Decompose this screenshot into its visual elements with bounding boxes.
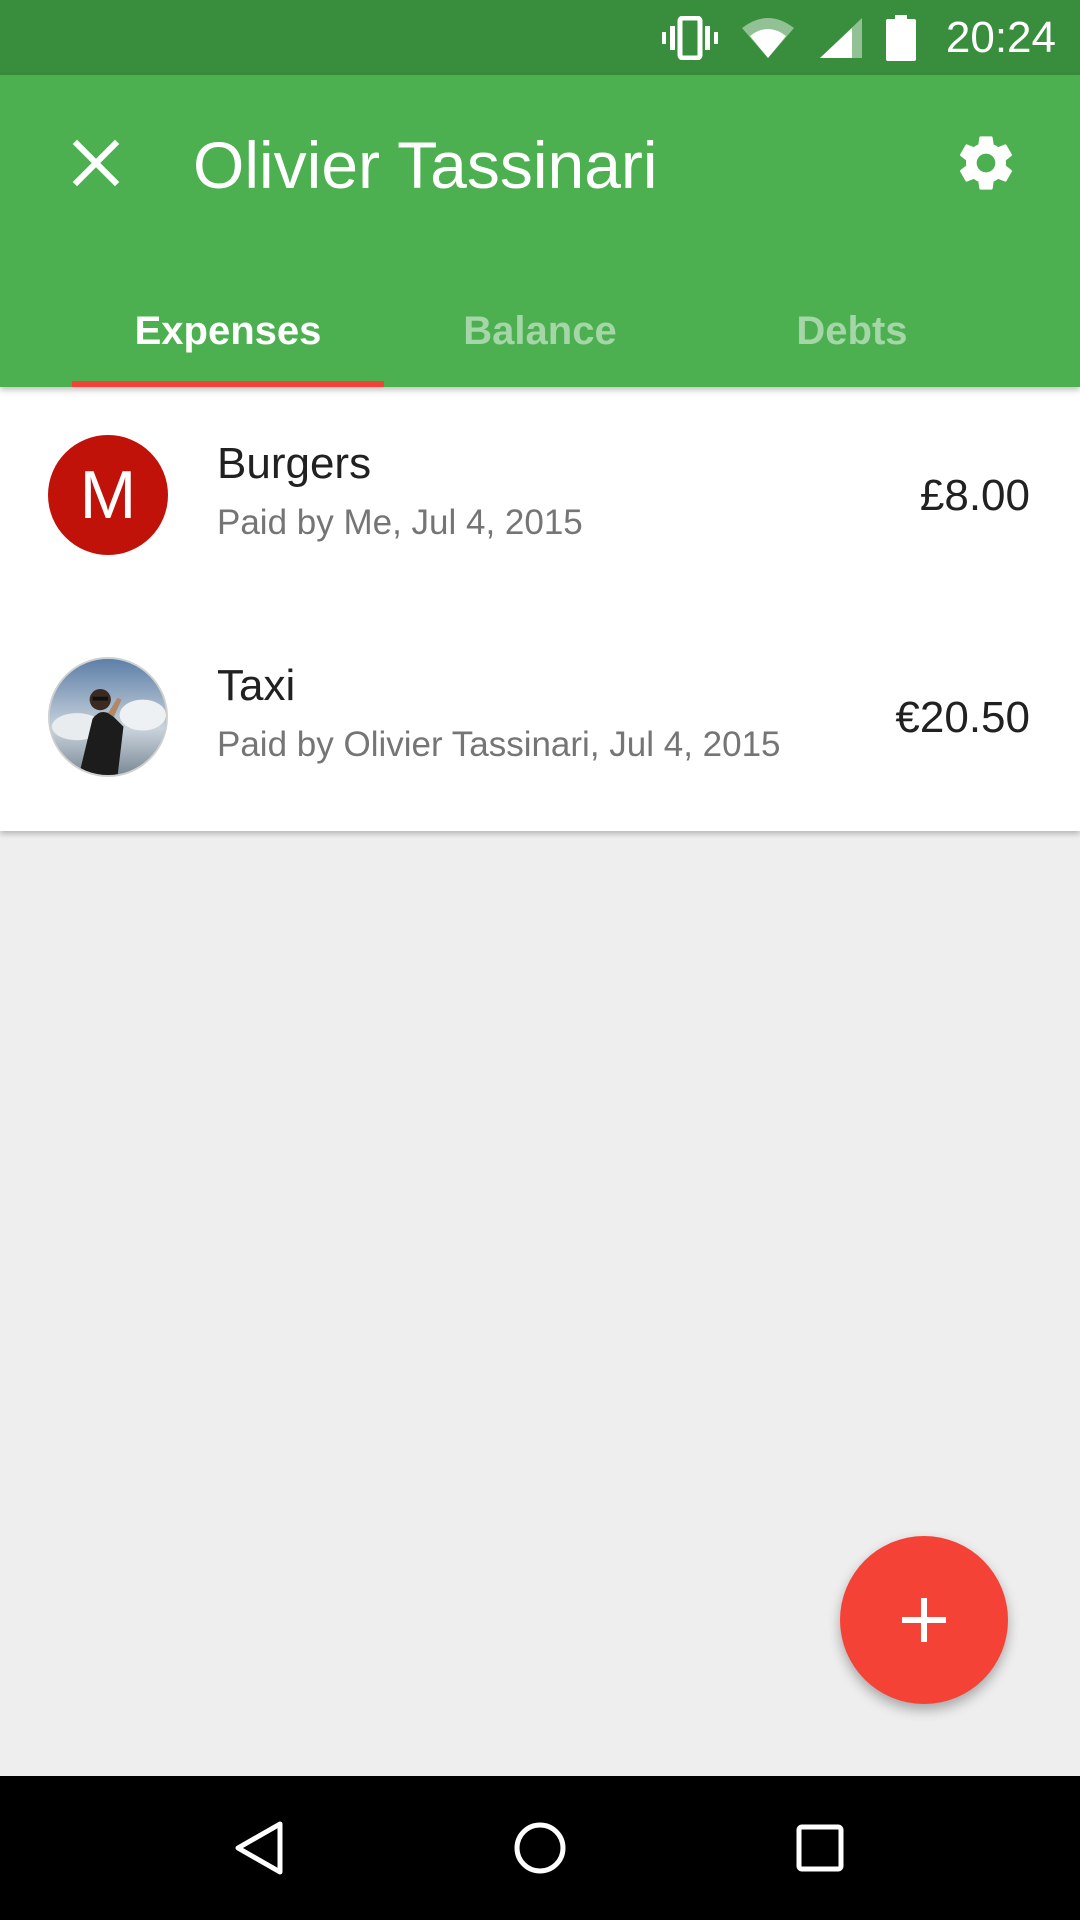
- status-bar: 20:24: [0, 0, 1080, 75]
- page-title: Olivier Tassinari: [193, 128, 658, 202]
- tab-debts[interactable]: Debts: [696, 275, 1008, 387]
- expense-subtitle: Paid by Me, Jul 4, 2015: [217, 503, 583, 542]
- list-item[interactable]: Taxi Paid by Olivier Tassinari, Jul 4, 2…: [0, 609, 1080, 831]
- settings-button[interactable]: [936, 113, 1036, 213]
- system-nav-bar: [0, 1776, 1080, 1920]
- cell-signal-icon: [818, 16, 864, 60]
- expenses-list: M Burgers Paid by Me, Jul 4, 2015 £8.00: [0, 387, 1080, 831]
- tab-bar: Expenses Balance Debts: [72, 275, 1008, 387]
- avatar: [48, 657, 168, 777]
- vibrate-icon: [661, 15, 718, 60]
- app-bar: Olivier Tassinari Expenses Balance Debts: [0, 75, 1080, 387]
- expense-amount: £8.00: [919, 471, 1030, 520]
- avatar: M: [48, 435, 168, 555]
- gear-icon: [960, 136, 1012, 190]
- back-button[interactable]: [200, 1788, 320, 1908]
- list-item[interactable]: M Burgers Paid by Me, Jul 4, 2015 £8.00: [0, 387, 1080, 609]
- expense-title: Burgers: [217, 439, 372, 488]
- status-time: 20:24: [945, 12, 1056, 62]
- wifi-icon: [740, 16, 796, 60]
- tab-indicator: [72, 381, 384, 387]
- recents-icon: [796, 1824, 844, 1872]
- home-button[interactable]: [480, 1788, 600, 1908]
- expense-title: Taxi: [217, 661, 296, 710]
- expense-subtitle: Paid by Olivier Tassinari, Jul 4, 2015: [217, 725, 781, 764]
- tab-label: Debts: [796, 308, 908, 353]
- tab-label: Balance: [463, 308, 617, 353]
- avatar-letter: M: [79, 457, 137, 533]
- expense-amount: €20.50: [895, 693, 1030, 742]
- close-icon: [72, 139, 120, 187]
- battery-icon: [885, 14, 916, 61]
- home-icon: [514, 1822, 566, 1874]
- add-expense-button[interactable]: [840, 1536, 1008, 1704]
- person-photo-icon: [50, 659, 166, 775]
- tab-balance[interactable]: Balance: [384, 275, 696, 387]
- back-icon: [235, 1821, 283, 1875]
- tab-label: Expenses: [134, 308, 322, 353]
- plus-icon: [902, 1598, 946, 1642]
- close-button[interactable]: [46, 113, 146, 213]
- recents-button[interactable]: [760, 1788, 880, 1908]
- tab-expenses[interactable]: Expenses: [72, 275, 384, 387]
